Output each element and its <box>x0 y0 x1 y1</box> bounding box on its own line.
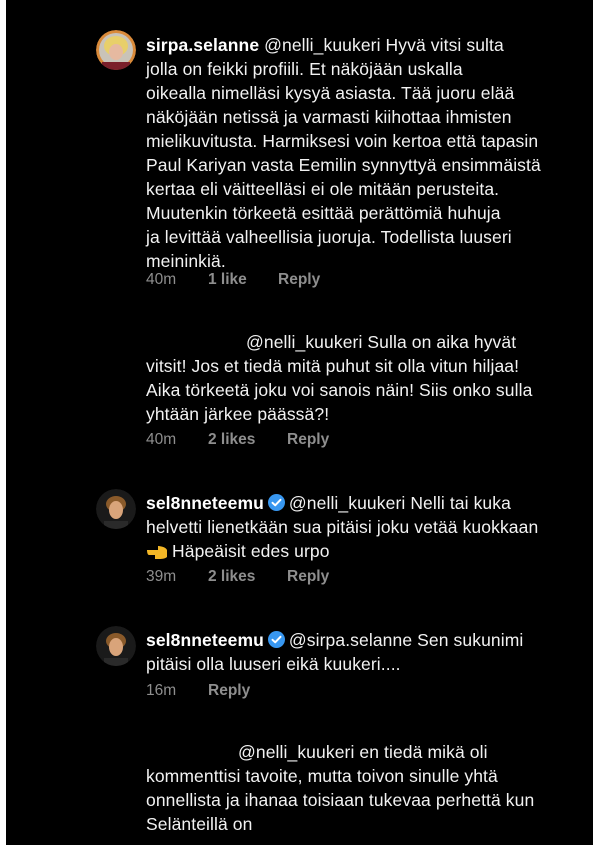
timestamp: 16m <box>146 682 177 699</box>
comment-line: vitsit! Jos et tiedä mitä puhut sit olla… <box>146 356 520 376</box>
verified-badge-icon <box>267 631 285 648</box>
comment-text: sel8nneteemu @nelli_kuukeri Nelli tai kuk… <box>146 491 586 567</box>
instagram-comments-screen: sirpa.selanne @nelli_kuukeri Hyvä vitsi … <box>6 0 593 845</box>
comment-meta: 39m 2 likes Reply <box>146 568 329 586</box>
comment-line: Selänteillä on <box>146 814 253 834</box>
comment-line: @nelli_kuukeri Hyvä vitsi sulta <box>264 35 504 55</box>
comment-line: yhtään järkee päässä?! <box>146 404 330 424</box>
avatar[interactable] <box>96 30 136 70</box>
comment-line: Häpeäisit edes urpo <box>172 541 330 561</box>
comment-line: kommenttisi tavoite, mutta toivon sinull… <box>146 766 498 786</box>
comment-meta: 40m 1 like Reply <box>146 271 320 289</box>
comment-text: sirpa.selanne @nelli_kuukeri Hyvä vitsi … <box>146 33 586 273</box>
likes-count[interactable]: 2 likes <box>208 568 287 586</box>
reply-button[interactable]: Reply <box>208 682 250 700</box>
comment-line: pitäisi olla luuseri eikä kuukeri.... <box>146 654 401 674</box>
comment-line: Muutenkin törkeetä esittää perättömiä hu… <box>146 203 501 223</box>
comment-line: @nelli_kuukeri en tiedä mikä oli <box>238 742 488 762</box>
backhand-index-pointing-left-icon <box>146 543 168 567</box>
avatar[interactable] <box>96 626 136 666</box>
reply-button[interactable]: Reply <box>287 431 329 449</box>
avatar[interactable] <box>96 489 136 529</box>
comment-line: kertaa eli väitteelläsi ei ole mitään pe… <box>146 179 500 199</box>
comment-line: @nelli_kuukeri Sulla on aika hyvät <box>246 332 517 352</box>
comment-line: ja levittää valheellisia juoruja. Todell… <box>146 227 512 247</box>
comment-meta: 16m Reply <box>146 682 250 700</box>
comment-line: näköjään netissä ja varmasti kiihottaa i… <box>146 107 512 127</box>
comment-line: Paul Kariyan vasta Eemilin synnyttyä ens… <box>146 155 541 175</box>
comment-line: jolla on feikki profiili. Et näköjään us… <box>146 59 463 79</box>
comment-line: oikealla nimelläsi kysyä asiasta. Tää ju… <box>146 83 515 103</box>
timestamp: 40m <box>146 271 177 288</box>
comment-line: Aika törkeetä joku voi sanois näin! Siis… <box>146 380 533 400</box>
comment-text: @nelli_kuukeri en tiedä mikä oli komment… <box>146 740 586 836</box>
comment-line: meininkiä. <box>146 251 226 271</box>
likes-count[interactable]: 2 likes <box>208 431 287 449</box>
timestamp: 40m <box>146 431 177 448</box>
verified-badge-icon <box>267 494 285 511</box>
username[interactable]: sel8nneteemu <box>146 493 264 513</box>
comment-text: sel8nneteemu @sirpa.selanne Sen sukunimi … <box>146 628 586 676</box>
comment-line: mielikuvitusta. Harmiksesi voin kertoa e… <box>146 131 539 151</box>
comment-line: @nelli_kuukeri Nelli tai kuka <box>288 493 511 513</box>
comment-line: helvetti lienetkään sua pitäisi joku vet… <box>146 517 539 537</box>
timestamp: 39m <box>146 568 177 585</box>
username[interactable]: sel8nneteemu <box>146 630 264 650</box>
likes-count[interactable]: 1 like <box>208 271 278 289</box>
comment-meta: 40m 2 likes Reply <box>146 431 329 449</box>
username[interactable]: sirpa.selanne <box>146 35 259 55</box>
reply-button[interactable]: Reply <box>278 271 320 289</box>
comment-line: onnellista ja ihanaa toisiaan tukevaa pe… <box>146 790 535 810</box>
comment-text: @nelli_kuukeri Sulla on aika hyvät vitsi… <box>146 330 586 426</box>
reply-button[interactable]: Reply <box>287 568 329 586</box>
comment-line: @sirpa.selanne Sen sukunimi <box>288 630 524 650</box>
